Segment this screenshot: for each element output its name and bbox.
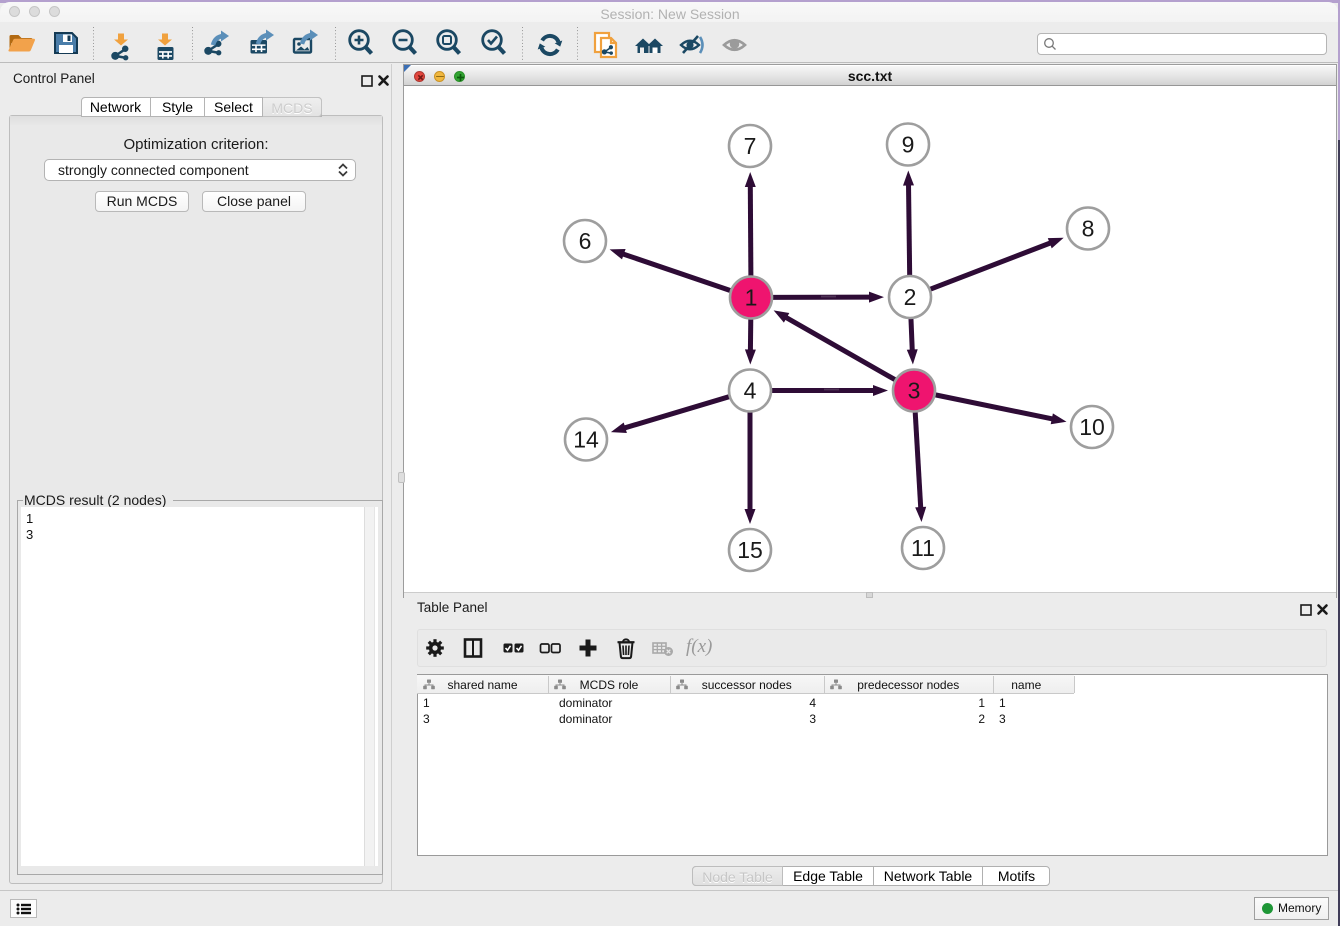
svg-text:14: 14	[573, 427, 599, 453]
svg-text:15: 15	[737, 537, 763, 563]
svg-text:9: 9	[902, 132, 915, 158]
svg-text:3: 3	[908, 378, 921, 404]
svg-text:8: 8	[1082, 216, 1095, 242]
svg-text:4: 4	[744, 378, 757, 404]
svg-text:10: 10	[1079, 414, 1105, 440]
svg-text:7: 7	[744, 133, 757, 159]
svg-text:2: 2	[904, 284, 917, 310]
svg-text:6: 6	[579, 228, 592, 254]
svg-text:1: 1	[745, 285, 758, 311]
svg-text:11: 11	[911, 535, 935, 561]
